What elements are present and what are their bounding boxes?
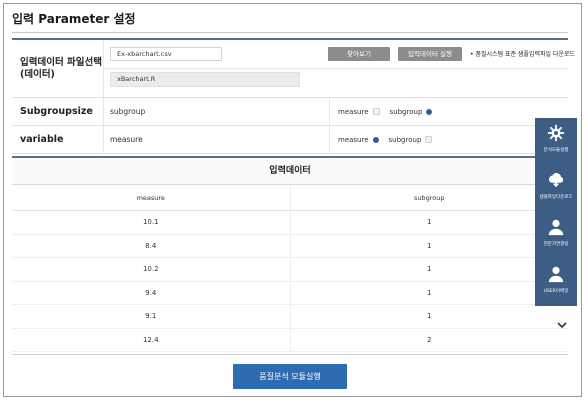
run-input-data-button[interactable]: 입력데이터 실행 (398, 47, 462, 61)
user-icon (548, 266, 564, 283)
run-quality-module-button[interactable]: 품질분석 모듈실행 (233, 364, 347, 389)
table-row: 12.4 2 (12, 328, 568, 352)
option-label: subgroup (388, 135, 422, 144)
table-row: 10.1 1 (12, 210, 568, 235)
subgroupsize-value: subgroup (104, 98, 330, 125)
variable-option-measure[interactable]: measure (338, 136, 379, 144)
sample-download-link[interactable]: • 품질시스템 표준 샘플입력파일 다운로드 (470, 49, 575, 58)
table-cell: 1 (290, 210, 568, 235)
user-icon (548, 219, 564, 236)
gear-icon (547, 124, 565, 142)
column-header: subgroup (290, 184, 568, 211)
table-row: 9.1 1 (12, 304, 568, 329)
table-cell: 1 (290, 234, 568, 258)
side-item-label: 샘플파일다운로드 (539, 195, 573, 200)
side-item-expert-connect[interactable]: 전문가연결링 (535, 212, 577, 254)
subgroupsize-label: Subgroupsize (12, 98, 104, 125)
file-select-row: 입력데이터 파일선택 (데이터) Ex-xbarchart.csv 찾아보기 입… (12, 40, 575, 98)
table-cell: 9.1 (12, 304, 291, 329)
radio-unselected-icon[interactable] (372, 108, 380, 115)
file-path-input[interactable]: Ex-xbarchart.csv (110, 47, 222, 61)
file-row-divider (104, 68, 568, 69)
browse-button[interactable]: 찾아보기 (328, 47, 390, 61)
subgroupsize-option-subgroup[interactable]: subgroup (390, 108, 433, 116)
variable-option-subgroup[interactable]: subgroup (389, 136, 433, 144)
radio-unselected-icon[interactable] (425, 136, 433, 143)
table-row: 9.4 1 (12, 281, 568, 305)
side-item-label: 전문가연결링 (543, 242, 569, 247)
table-cell: 2 (290, 328, 568, 352)
table-header-row: measure subgroup (12, 184, 568, 211)
file-select-label: 입력데이터 파일선택 (데이터) (12, 40, 104, 97)
table-cell: 9.4 (12, 281, 291, 305)
variable-row: variable measure measure subgroup (12, 126, 568, 154)
table-cell: 10.1 (12, 210, 291, 235)
table-cell: 1 (290, 257, 568, 282)
side-item-label: 분석모듈실행 (543, 148, 569, 153)
side-item-run-analysis[interactable]: 분석모듈실행 (535, 118, 577, 160)
variable-options: measure subgroup (330, 126, 568, 153)
side-quick-menu: 분석모듈실행 샘플파일다운로드 전문가연결링 USER이메일 (535, 118, 577, 306)
option-label: measure (338, 135, 369, 144)
radio-selected-icon[interactable] (426, 108, 433, 115)
option-label: measure (338, 107, 369, 116)
variable-value: measure (104, 126, 330, 153)
table-cell: 10.2 (12, 257, 291, 282)
cloud-download-icon (549, 173, 564, 188)
footer-divider (12, 354, 568, 355)
chevron-down-icon[interactable] (555, 318, 569, 332)
radio-selected-icon[interactable] (372, 136, 379, 143)
side-item-user-email[interactable]: USER이메일 (535, 259, 577, 301)
input-data-section: 입력데이터 measure subgroup 10.1 1 8.4 1 10.2… (12, 156, 568, 352)
table-cell: 12.4 (12, 328, 291, 352)
subgroupsize-option-measure[interactable]: measure (338, 108, 380, 116)
column-header: measure (12, 184, 291, 211)
table-row: 10.2 1 (12, 257, 568, 282)
option-label: subgroup (389, 107, 423, 116)
variable-label: variable (12, 126, 104, 153)
side-item-sample-download[interactable]: 샘플파일다운로드 (535, 165, 577, 207)
title-divider (12, 32, 568, 33)
table-cell: 8.4 (12, 234, 291, 258)
parameter-form: 입력데이터 파일선택 (데이터) Ex-xbarchart.csv 찾아보기 입… (12, 38, 575, 154)
side-item-label: USER이메일 (543, 289, 569, 294)
table-cell: 1 (290, 281, 568, 305)
input-data-table: measure subgroup 10.1 1 8.4 1 10.2 1 9.4… (12, 184, 568, 352)
page-title: 입력 Parameter 설정 (12, 12, 136, 26)
table-row: 8.4 1 (12, 234, 568, 258)
input-data-title: 입력데이터 (12, 156, 568, 184)
table-cell: 1 (290, 304, 568, 329)
subgroupsize-row: Subgroupsize subgroup measure subgroup (12, 98, 568, 126)
file-select-controls: Ex-xbarchart.csv 찾아보기 입력데이터 실행 • 품질시스템 표… (104, 40, 575, 97)
subgroupsize-options: measure subgroup (330, 98, 568, 125)
r-script-field[interactable]: xBarchart.R (110, 72, 300, 87)
